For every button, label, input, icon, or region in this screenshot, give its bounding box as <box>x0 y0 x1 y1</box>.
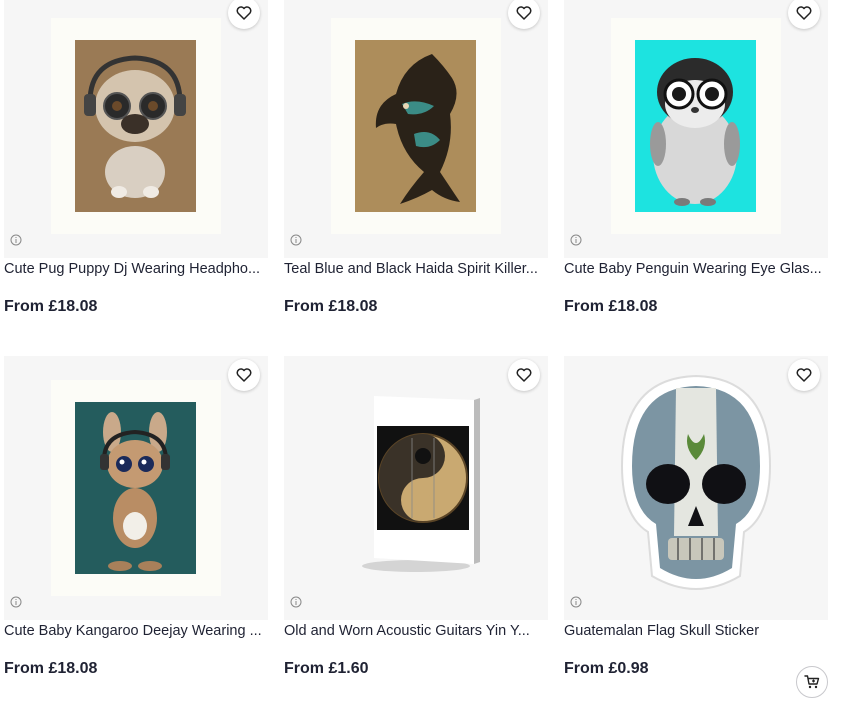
product-image[interactable] <box>284 0 548 258</box>
heart-icon <box>236 6 252 20</box>
product-title[interactable]: Guatemalan Flag Skull Sticker <box>564 623 828 639</box>
heart-icon <box>236 368 252 382</box>
product-price: From £18.08 <box>284 298 378 315</box>
favorite-button[interactable] <box>788 359 820 391</box>
product-title[interactable]: Cute Baby Kangaroo Deejay Wearing ... <box>4 623 268 639</box>
add-to-cart-button[interactable] <box>796 666 828 698</box>
heart-icon <box>516 368 532 382</box>
product-title[interactable]: Teal Blue and Black Haida Spirit Killer.… <box>284 261 548 277</box>
info-icon[interactable] <box>290 234 302 246</box>
info-icon[interactable] <box>570 596 582 608</box>
info-icon[interactable] <box>10 596 22 608</box>
product-title[interactable]: Cute Pug Puppy Dj Wearing Headpho... <box>4 261 268 277</box>
cart-icon <box>804 675 820 689</box>
product-grid: Cute Pug Puppy Dj Wearing Headpho... Fro… <box>0 0 851 701</box>
info-icon[interactable] <box>570 234 582 246</box>
heart-icon <box>796 368 812 382</box>
product-title[interactable]: Old and Worn Acoustic Guitars Yin Y... <box>284 623 548 639</box>
product-title[interactable]: Cute Baby Penguin Wearing Eye Glas... <box>564 261 828 277</box>
product-image[interactable] <box>564 0 828 258</box>
product-image[interactable] <box>284 356 548 620</box>
product-price: From £1.60 <box>284 660 369 677</box>
heart-icon <box>516 6 532 20</box>
product-image[interactable] <box>564 356 828 620</box>
product-price: From £18.08 <box>564 298 658 315</box>
product-price: From £18.08 <box>4 298 98 315</box>
product-image[interactable] <box>4 0 268 258</box>
product-price: From £0.98 <box>564 660 649 677</box>
info-icon[interactable] <box>10 234 22 246</box>
favorite-button[interactable] <box>228 359 260 391</box>
product-image[interactable] <box>4 356 268 620</box>
product-price: From £18.08 <box>4 660 98 677</box>
info-icon[interactable] <box>290 596 302 608</box>
favorite-button[interactable] <box>508 359 540 391</box>
heart-icon <box>796 6 812 20</box>
